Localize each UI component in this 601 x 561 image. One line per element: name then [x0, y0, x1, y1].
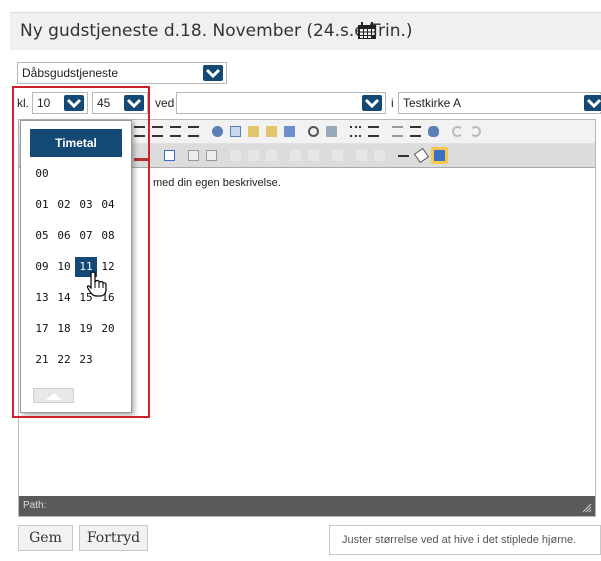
- hand-cursor-icon: [86, 271, 107, 297]
- find-icon[interactable]: [305, 123, 322, 140]
- col-insert-icon[interactable]: [263, 147, 280, 164]
- undo-icon[interactable]: [449, 123, 466, 140]
- path-bar: Path:: [19, 496, 595, 516]
- indent-icon[interactable]: [407, 123, 424, 140]
- header-bar: Ny gudstjeneste d.18. November (24.s.e.T…: [10, 12, 601, 50]
- ved-label: ved: [155, 96, 175, 110]
- align-center-icon[interactable]: [149, 123, 166, 140]
- save-button-label: Gem: [29, 530, 62, 546]
- replace-icon[interactable]: [323, 123, 340, 140]
- cut-icon[interactable]: [209, 123, 226, 140]
- paste-text-icon[interactable]: [263, 123, 280, 140]
- paste-icon[interactable]: [245, 123, 262, 140]
- horizontal-rule-icon[interactable]: [395, 147, 412, 164]
- church-select[interactable]: Testkirke A: [398, 92, 601, 114]
- chevron-down-icon[interactable]: [201, 64, 225, 82]
- blockquote-icon[interactable]: [425, 123, 442, 140]
- anchor-icon[interactable]: [329, 147, 346, 164]
- edit-html-icon[interactable]: [161, 147, 178, 164]
- cell-props-icon[interactable]: [353, 147, 370, 164]
- row-insert-icon[interactable]: [227, 147, 244, 164]
- chevron-down-icon[interactable]: [582, 94, 601, 112]
- resize-grip-icon[interactable]: [582, 503, 592, 513]
- save-button[interactable]: Gem: [18, 525, 73, 551]
- page-title: Ny gudstjeneste d.18. November (24.s.e.T…: [20, 21, 413, 41]
- church-value: Testkirke A: [403, 96, 462, 110]
- resize-hint-text: Juster størrelse ved at hive i det stipl…: [342, 534, 577, 546]
- path-label: Path:: [23, 500, 47, 511]
- cancel-button[interactable]: Fortryd: [79, 525, 148, 551]
- align-right-icon[interactable]: [167, 123, 184, 140]
- eraser-icon[interactable]: [413, 147, 430, 164]
- row-delete-icon[interactable]: [245, 147, 262, 164]
- paste-word-icon[interactable]: [281, 123, 298, 140]
- service-type-value: Dåbsgudstjeneste: [22, 66, 119, 80]
- outdent-icon[interactable]: [389, 123, 406, 140]
- numbered-list-icon[interactable]: [365, 123, 382, 140]
- calendar-icon[interactable]: [357, 22, 377, 40]
- highlight-box: [12, 86, 150, 418]
- copy-icon[interactable]: [227, 123, 244, 140]
- row-props-icon[interactable]: [371, 147, 388, 164]
- split-cells-icon[interactable]: [287, 147, 304, 164]
- resize-hint: Juster størrelse ved at hive i det stipl…: [329, 525, 601, 555]
- merge-cells-icon[interactable]: [305, 147, 322, 164]
- chevron-down-icon[interactable]: [360, 94, 384, 112]
- justify-icon[interactable]: [185, 123, 202, 140]
- image-icon[interactable]: [431, 147, 448, 164]
- service-type-select[interactable]: Dåbsgudstjeneste: [17, 62, 227, 84]
- page: Ny gudstjeneste d.18. November (24.s.e.T…: [0, 0, 601, 561]
- i-label: i: [391, 96, 394, 110]
- ved-select[interactable]: [176, 92, 386, 114]
- table-props-icon[interactable]: [203, 147, 220, 164]
- table-icon[interactable]: [185, 147, 202, 164]
- bullet-list-icon[interactable]: [347, 123, 364, 140]
- cancel-button-label: Fortryd: [86, 530, 141, 546]
- redo-icon[interactable]: [467, 123, 484, 140]
- editor-content[interactable]: med din egen beskrivelse.: [153, 177, 281, 189]
